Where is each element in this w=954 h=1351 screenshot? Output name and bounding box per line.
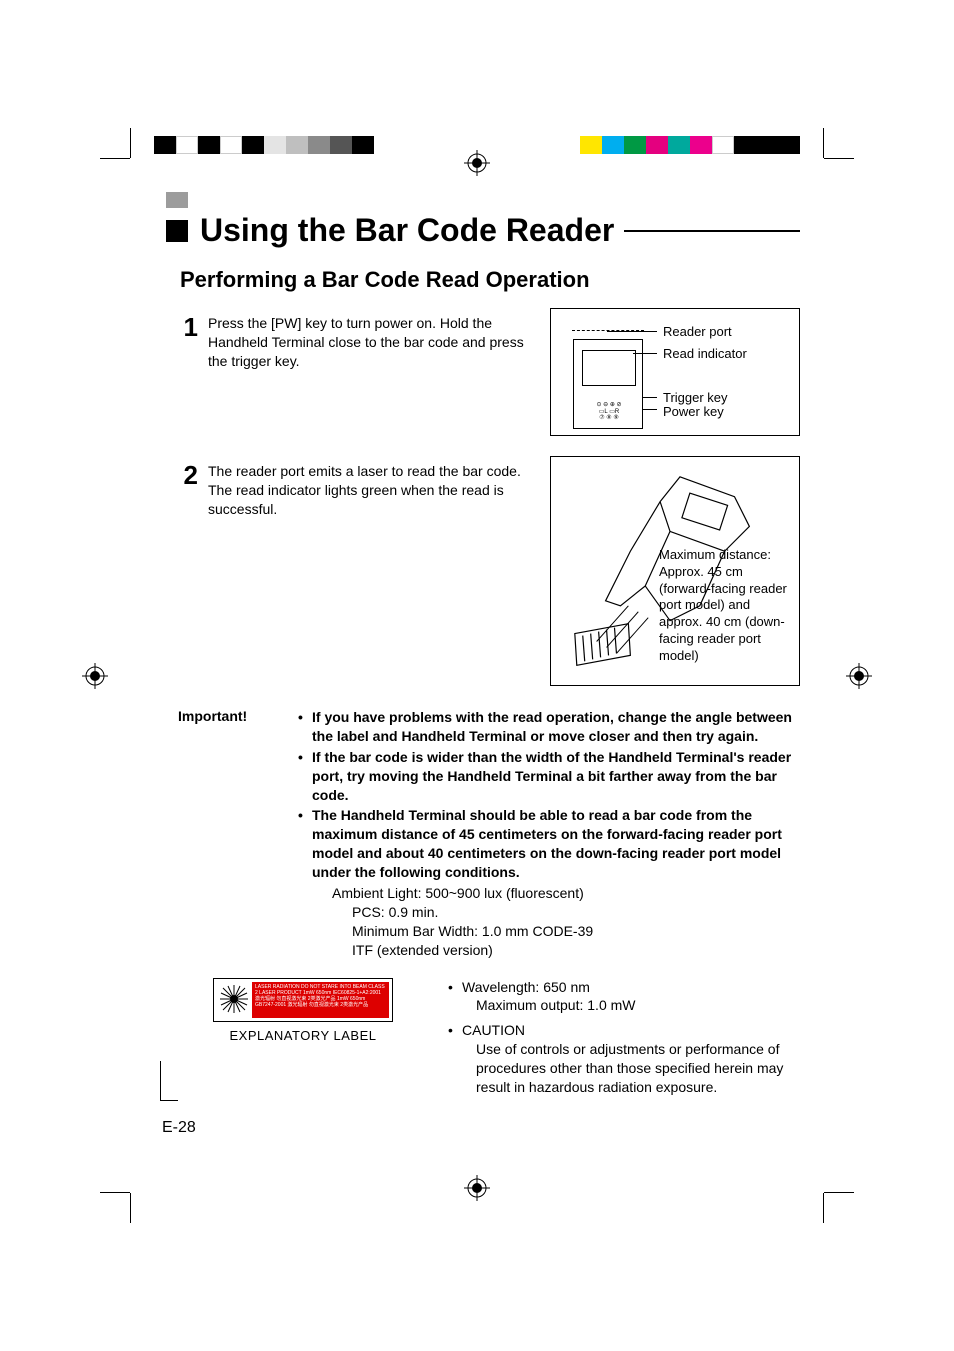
- print-swatch-strip-left: [154, 136, 374, 154]
- crop-mark-icon: [100, 1153, 140, 1193]
- page-title: Using the Bar Code Reader: [200, 212, 614, 249]
- wavelength-line: Wavelength: 650 nm: [462, 979, 590, 995]
- section-heading: Using the Bar Code Reader Performing a B…: [160, 192, 800, 293]
- step-text: Press the [PW] key to turn power on. Hol…: [208, 314, 530, 371]
- registration-mark-icon: [846, 663, 872, 689]
- callout-reader-port: Reader port: [663, 324, 732, 339]
- heading-rule: [624, 230, 800, 232]
- page-number-rule: [160, 1061, 161, 1101]
- condition-line: PCS: 0.9 min.: [352, 903, 800, 922]
- crop-mark-icon: [100, 158, 140, 198]
- figure-scan-distance: Maximum distance: Approx. 45 cm (forward…: [550, 456, 800, 686]
- callout-read-indicator: Read indicator: [663, 346, 747, 361]
- explanatory-label-figure: LASER RADIATION DO NOT STARE INTO BEAM C…: [178, 978, 428, 1103]
- laser-warning-label-text: LASER RADIATION DO NOT STARE INTO BEAM C…: [252, 982, 389, 1018]
- step-2: 2 The reader port emits a laser to read …: [178, 456, 800, 686]
- heading-bullet-icon: [166, 220, 188, 242]
- figure-device-labels: ⊙ ⊖ ⊕ ⊘▭L ▭R⑦ ⑧ ⑨ Reader port Read indic…: [550, 308, 800, 436]
- max-output-line: Maximum output: 1.0 mW: [462, 996, 800, 1015]
- laser-starburst-icon: [218, 983, 250, 1015]
- crop-mark-icon: [814, 1153, 854, 1193]
- important-bullet: The Handheld Terminal should be able to …: [298, 806, 800, 959]
- content-area: 1 Press the [PW] key to turn power on. H…: [178, 308, 800, 1103]
- right-notes: Wavelength: 650 nm Maximum output: 1.0 m…: [448, 978, 800, 1103]
- heading-accent-icon: [166, 192, 188, 208]
- callout-power-key: Power key: [663, 404, 724, 419]
- caution-title: CAUTION: [462, 1022, 525, 1038]
- callout-trigger-key: Trigger key: [663, 390, 728, 405]
- step-text: The reader port emits a laser to read th…: [208, 462, 530, 519]
- crop-mark-icon: [814, 158, 854, 198]
- print-swatch-strip-right: [580, 136, 800, 154]
- page-number: E-28: [162, 1119, 196, 1137]
- lower-block: LASER RADIATION DO NOT STARE INTO BEAM C…: [178, 978, 800, 1103]
- registration-mark-icon: [82, 663, 108, 689]
- important-body: If you have problems with the read opera…: [298, 708, 800, 962]
- important-label: Important!: [178, 708, 268, 962]
- condition-line: ITF (extended version): [352, 941, 800, 960]
- subheading: Performing a Bar Code Read Operation: [180, 267, 800, 293]
- figure-caption: Maximum distance: Approx. 45 cm (forward…: [659, 547, 787, 665]
- step-number: 1: [178, 314, 198, 340]
- important-bullet: If the bar code is wider than the width …: [298, 748, 800, 805]
- important-bullet: If you have problems with the read opera…: [298, 708, 800, 746]
- conditions-list: Ambient Light: 500~900 lux (fluorescent)…: [332, 884, 800, 960]
- step-1: 1 Press the [PW] key to turn power on. H…: [178, 308, 800, 436]
- registration-mark-icon: [464, 150, 490, 176]
- registration-mark-icon: [464, 1175, 490, 1201]
- label-caption: EXPLANATORY LABEL: [178, 1028, 428, 1043]
- caution-bullet: CAUTION Use of controls or adjustments o…: [448, 1021, 800, 1097]
- caution-body: Use of controls or adjustments or perfor…: [462, 1040, 800, 1097]
- page: Using the Bar Code Reader Performing a B…: [0, 0, 954, 1351]
- condition-line: Minimum Bar Width: 1.0 mm CODE-39: [352, 922, 800, 941]
- step-number: 2: [178, 462, 198, 488]
- important-block: Important! If you have problems with the…: [178, 708, 800, 962]
- spec-bullet: Wavelength: 650 nm Maximum output: 1.0 m…: [448, 978, 800, 1016]
- condition-line: Ambient Light: 500~900 lux (fluorescent): [332, 884, 800, 903]
- important-bullet-text: The Handheld Terminal should be able to …: [312, 807, 782, 880]
